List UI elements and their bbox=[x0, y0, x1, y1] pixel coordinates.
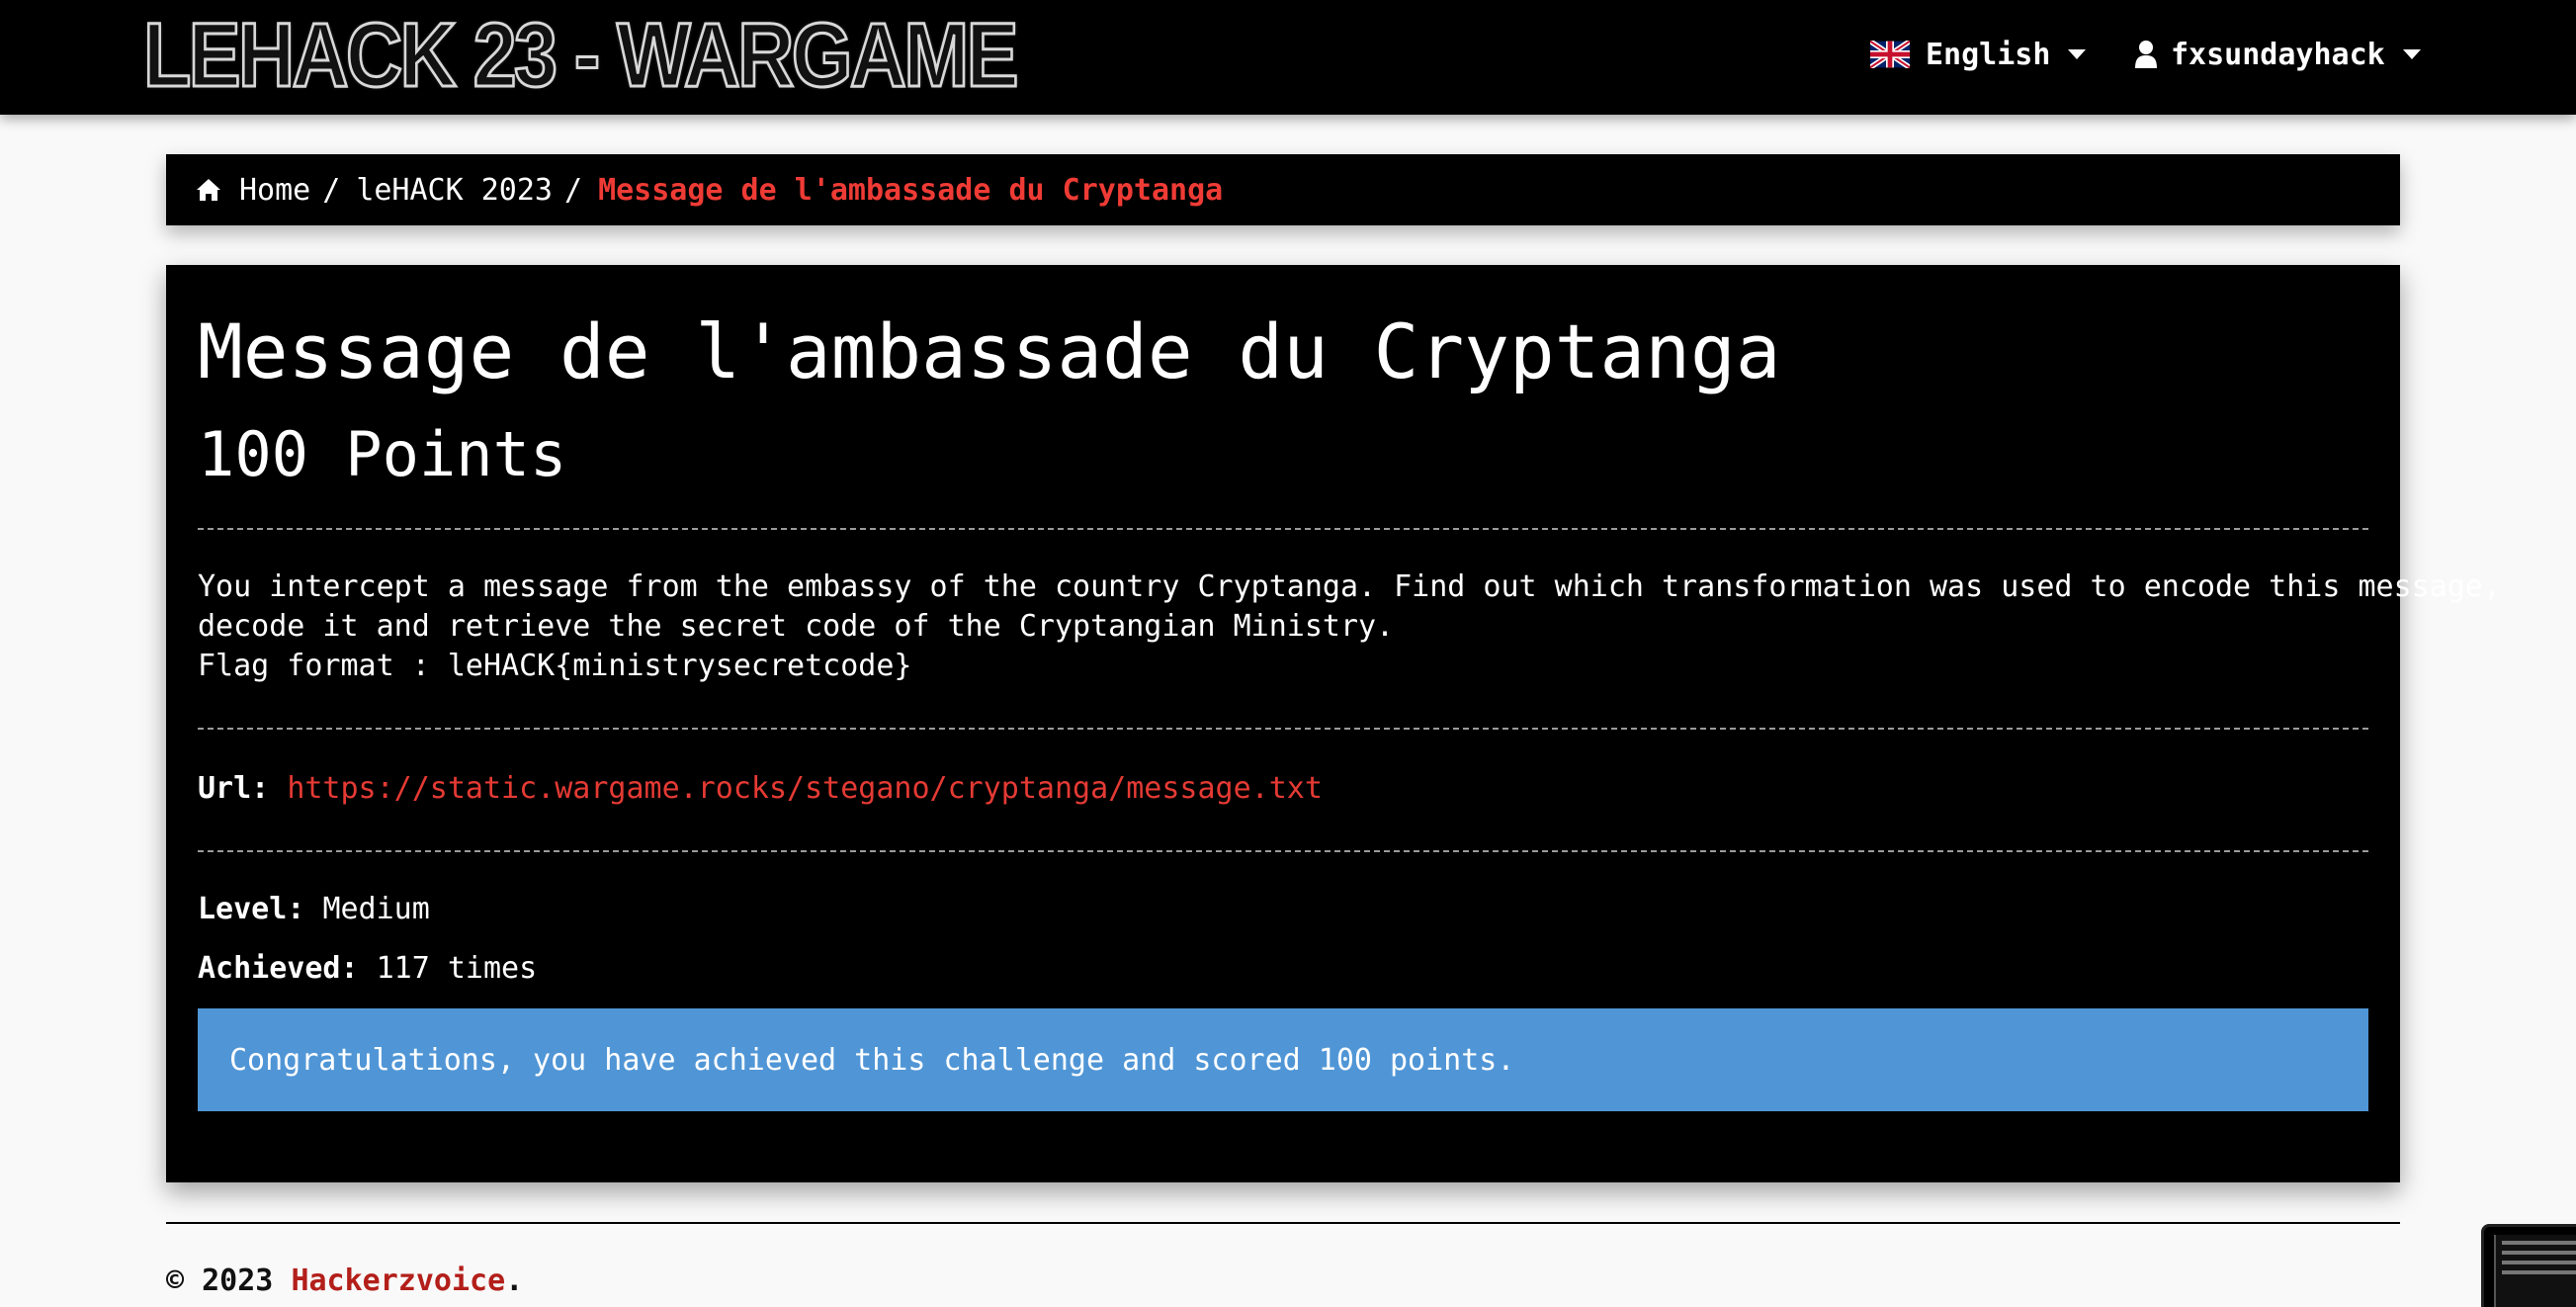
home-icon bbox=[197, 179, 220, 201]
thumbnail-line bbox=[2502, 1251, 2576, 1255]
challenge-points: 100 Points bbox=[198, 418, 567, 490]
footer-suffix: . bbox=[505, 1263, 524, 1298]
breadcrumb-separator: / bbox=[564, 172, 583, 208]
challenge-description: You intercept a message from the embassy… bbox=[198, 567, 2501, 686]
top-navbar: LEHACK 23 - WARGAME English fxsundayhack bbox=[0, 0, 2576, 115]
description-line: You intercept a message from the embassy… bbox=[198, 569, 2501, 604]
breadcrumb-home[interactable]: Home bbox=[239, 173, 310, 208]
url-label: Url: bbox=[198, 771, 270, 806]
challenge-url-row: Url: https://static.wargame.rocks/stegan… bbox=[198, 769, 1323, 809]
challenge-url-link[interactable]: https://static.wargame.rocks/stegano/cry… bbox=[287, 771, 1323, 806]
thumbnail-line bbox=[2502, 1261, 2576, 1264]
user-dropdown[interactable]: fxsundayhack bbox=[2135, 30, 2421, 79]
thumbnail-content bbox=[2494, 1235, 2576, 1307]
challenge-title: Message de l'ambassade du Cryptanga bbox=[198, 307, 1781, 395]
divider bbox=[198, 850, 2368, 852]
language-label: English bbox=[1926, 37, 2051, 72]
breadcrumb-current: Message de l'ambassade du Cryptanga bbox=[598, 172, 1224, 208]
achieved-value: 117 times bbox=[376, 951, 538, 986]
username-label: fxsundayhack bbox=[2171, 37, 2385, 72]
breadcrumb-separator: / bbox=[322, 172, 341, 208]
footer-copyright: © 2023 bbox=[166, 1263, 274, 1298]
divider bbox=[198, 528, 2368, 530]
divider bbox=[198, 728, 2368, 730]
caret-down-icon bbox=[2068, 49, 2087, 59]
challenge-achieved-row: Achieved: 117 times bbox=[198, 949, 537, 989]
footer: © 2023 Hackerzvoice. bbox=[166, 1263, 523, 1298]
success-alert: Congratulations, you have achieved this … bbox=[198, 1008, 2368, 1111]
uk-flag-icon bbox=[1870, 41, 1910, 68]
thumbnail-line bbox=[2502, 1241, 2576, 1245]
level-label: Level: bbox=[198, 892, 305, 926]
description-line: Flag format : leHACK{ministrysecretcode} bbox=[198, 649, 912, 683]
description-line: decode it and retrieve the secret code o… bbox=[198, 609, 1395, 644]
challenge-panel: Message de l'ambassade du Cryptanga 100 … bbox=[166, 265, 2501, 1182]
achieved-label: Achieved: bbox=[198, 951, 359, 986]
breadcrumb: Home / leHACK 2023 / Message de l'ambass… bbox=[166, 154, 2400, 225]
footer-divider bbox=[166, 1222, 2400, 1224]
footer-org-link[interactable]: Hackerzvoice bbox=[291, 1263, 505, 1298]
site-logo[interactable]: LEHACK 23 - WARGAME bbox=[142, 5, 1020, 107]
challenge-level-row: Level: Medium bbox=[198, 890, 430, 929]
caret-down-icon bbox=[2402, 49, 2421, 59]
level-value: Medium bbox=[322, 892, 430, 926]
language-dropdown[interactable]: English bbox=[1870, 30, 2087, 79]
corner-preview-thumbnail[interactable] bbox=[2481, 1224, 2576, 1307]
user-icon bbox=[2135, 41, 2157, 68]
breadcrumb-event[interactable]: leHACK 2023 bbox=[356, 173, 553, 208]
success-message: Congratulations, you have achieved this … bbox=[229, 1042, 1515, 1078]
thumbnail-line bbox=[2502, 1270, 2576, 1274]
